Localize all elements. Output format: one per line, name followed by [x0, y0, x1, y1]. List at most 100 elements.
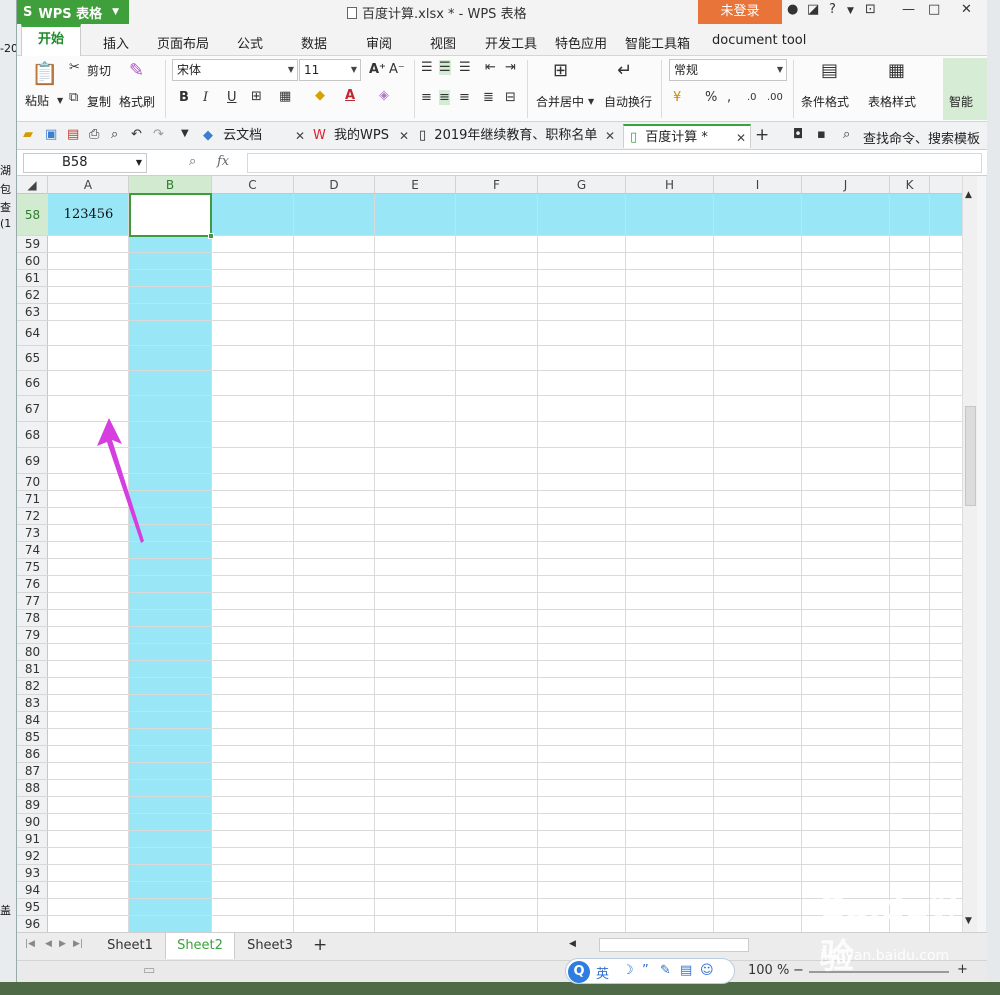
row-header-94[interactable]: 94 [17, 882, 48, 899]
row-header-76[interactable]: 76 [17, 576, 48, 593]
row-header-63[interactable]: 63 [17, 304, 48, 321]
new-tab-icon[interactable]: + [755, 125, 769, 145]
row-header-61[interactable]: 61 [17, 270, 48, 287]
paste-button[interactable]: 粘贴 [25, 92, 49, 109]
row-header-85[interactable]: 85 [17, 729, 48, 746]
cell-area[interactable]: 123456 [48, 193, 962, 932]
login-button[interactable]: 未登录 [698, 0, 782, 24]
view-mode-icon[interactable]: ▭ [143, 963, 155, 978]
row-header-96[interactable]: 96 [17, 916, 48, 932]
decrease-decimal-icon[interactable]: .00 [767, 92, 783, 103]
align-center-icon[interactable]: ≡ [439, 90, 450, 105]
row-header-83[interactable]: 83 [17, 695, 48, 712]
format-painter-button[interactable]: 格式刷 [119, 93, 155, 110]
fx-button[interactable]: fx [217, 154, 229, 169]
minimize-icon[interactable]: — [902, 2, 915, 17]
column-header-a[interactable]: A [48, 176, 129, 194]
bold-icon[interactable]: B [179, 90, 189, 105]
row-header-79[interactable]: 79 [17, 627, 48, 644]
thousands-icon[interactable]: , [727, 90, 731, 105]
row-header-73[interactable]: 73 [17, 525, 48, 542]
chevron-down-icon[interactable]: ▼ [181, 128, 189, 139]
row-header-65[interactable]: 65 [17, 346, 48, 371]
cut-icon[interactable]: ✂ [69, 60, 80, 75]
chevron-down-icon[interactable]: ▼ [57, 96, 63, 105]
first-sheet-icon[interactable]: |◀ [25, 939, 35, 949]
row-header-74[interactable]: 74 [17, 542, 48, 559]
redo-icon[interactable]: ↷ [153, 127, 164, 142]
tab-data[interactable]: 数据 [301, 33, 327, 52]
last-sheet-icon[interactable]: ▶| [73, 939, 83, 949]
row-header-66[interactable]: 66 [17, 371, 48, 396]
tab-smart-tools[interactable]: 智能工具箱 [625, 33, 690, 52]
conditional-format-icon[interactable]: ▤ [821, 60, 838, 81]
align-right-icon[interactable]: ≡ [459, 90, 470, 105]
copy-button[interactable]: 复制 [87, 93, 111, 110]
distribute-icon[interactable]: ⊟ [505, 90, 516, 105]
close-icon[interactable]: ✕ [605, 124, 615, 148]
export-pdf-icon[interactable]: ▤ [67, 127, 79, 142]
row-header-89[interactable]: 89 [17, 797, 48, 814]
ime-toolbar[interactable]: Q 英 ☽ ” ✎ ▤ ☺ [565, 958, 735, 984]
row-header-88[interactable]: 88 [17, 780, 48, 797]
moon-icon[interactable]: ☽ [622, 963, 634, 978]
tab-menu-icon[interactable]: ▪ [817, 127, 826, 142]
punctuation-icon[interactable]: ” [642, 963, 649, 978]
prev-sheet-icon[interactable]: ◀ [45, 939, 52, 949]
increase-decimal-icon[interactable]: .0 [747, 92, 757, 103]
italic-icon[interactable]: I [203, 90, 208, 105]
clear-format-icon[interactable]: ◈ [379, 88, 389, 103]
merge-center-button[interactable]: 合并居中 [536, 93, 584, 110]
help-icon[interactable]: ? [829, 2, 836, 17]
name-box[interactable]: B58 ▼ [23, 153, 147, 173]
row-header-62[interactable]: 62 [17, 287, 48, 304]
zoom-level[interactable]: 100 % [748, 963, 789, 978]
decrease-indent-icon[interactable]: ⇤ [485, 60, 496, 75]
number-format-select[interactable]: 常规 ▼ [669, 59, 787, 81]
close-icon[interactable]: ✕ [399, 124, 409, 148]
column-header-i[interactable]: I [714, 176, 802, 194]
table-style-button[interactable]: 表格样式 [868, 93, 916, 110]
align-bottom-icon[interactable]: ☰ [459, 60, 471, 75]
justify-icon[interactable]: ≣ [483, 90, 494, 105]
merge-center-icon[interactable]: ⊞ [553, 60, 568, 81]
chevron-down-icon[interactable]: ▼ [588, 97, 594, 106]
search-icon[interactable]: ⌕ [843, 127, 850, 142]
smart-button[interactable]: 智能 [949, 93, 973, 110]
row-header-69[interactable]: 69 [17, 448, 48, 474]
copy-icon[interactable]: ⧉ [69, 90, 78, 105]
vertical-scrollbar[interactable]: ▲ ▼ [962, 176, 977, 932]
row-header-82[interactable]: 82 [17, 678, 48, 695]
skin-icon[interactable]: ● [787, 2, 798, 17]
font-color-icon[interactable]: A [345, 88, 355, 103]
close-icon[interactable]: ✕ [961, 2, 972, 17]
align-top-icon[interactable]: ☰ [421, 60, 433, 75]
column-header-e[interactable]: E [375, 176, 456, 194]
row-header-72[interactable]: 72 [17, 508, 48, 525]
column-header-d[interactable]: D [294, 176, 375, 194]
row-header-64[interactable]: 64 [17, 321, 48, 346]
doc-tab-continuing-education[interactable]: ▯ 2019年继续教育、职称名单 ✕ [419, 124, 619, 148]
tab-developer[interactable]: 开发工具 [485, 33, 537, 52]
tab-special[interactable]: 特色应用 [555, 33, 607, 52]
column-header-j[interactable]: J [802, 176, 890, 194]
feedback-icon[interactable]: ◪ [807, 2, 819, 17]
row-header-93[interactable]: 93 [17, 865, 48, 882]
tab-page-layout[interactable]: 页面布局 [157, 33, 209, 52]
doc-tab-cloud[interactable]: ◆ 云文档 ✕ [203, 124, 311, 148]
next-sheet-icon[interactable]: ▶ [59, 939, 66, 949]
app-menu-button[interactable]: S WPS 表格 ▼ [17, 0, 129, 24]
doc-tab-baidu-calc[interactable]: ▯ 百度计算 * ✕ [623, 124, 751, 148]
close-icon[interactable]: ✕ [736, 126, 746, 150]
row-header-58[interactable]: 58 [17, 194, 48, 236]
column-header-k[interactable]: K [890, 176, 930, 194]
row-header-75[interactable]: 75 [17, 559, 48, 576]
fill-color-icon[interactable]: ◆ [315, 88, 325, 103]
spreadsheet-grid[interactable]: ◢ ABCDEFGHIJK 58 59 60 61 62 63 64 65 66 67 68 69 70… [17, 176, 962, 932]
row-header-95[interactable]: 95 [17, 899, 48, 916]
preview-icon[interactable]: ⌕ [111, 127, 118, 142]
column-header-c[interactable]: C [212, 176, 294, 194]
ime-language-label[interactable]: 英 [596, 963, 615, 982]
open-icon[interactable]: ▰ [23, 127, 33, 142]
tab-document-tool[interactable]: document tool [712, 33, 806, 48]
